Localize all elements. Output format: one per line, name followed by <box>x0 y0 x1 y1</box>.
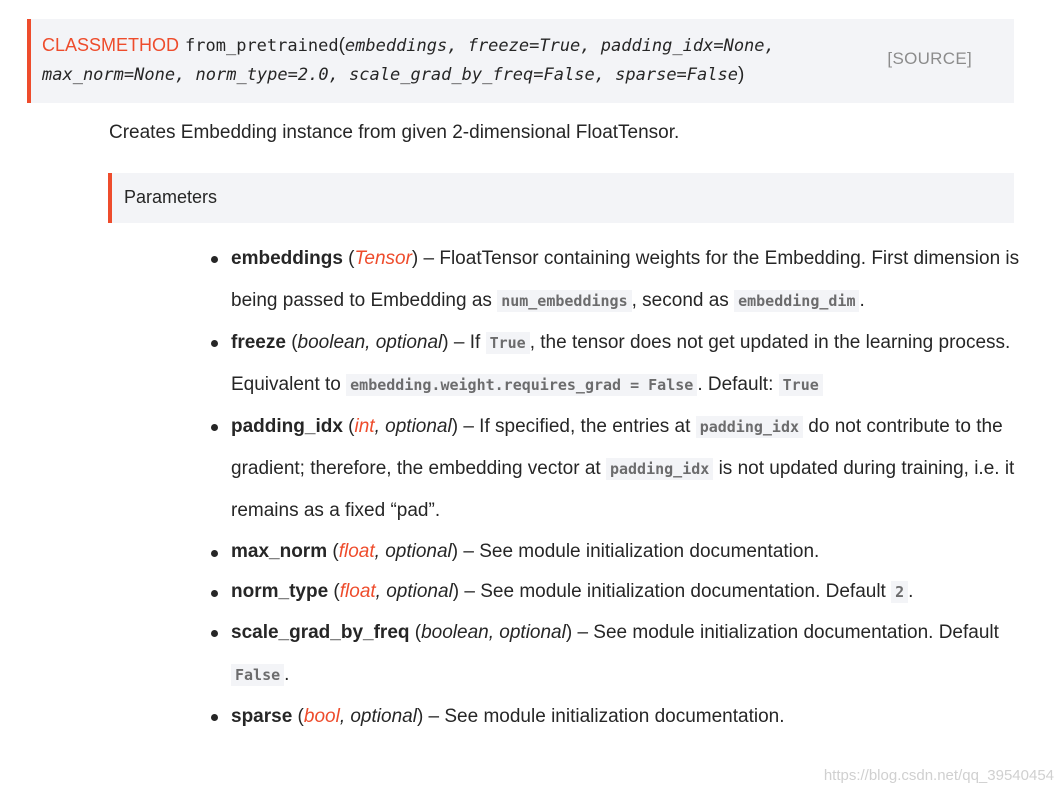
param-name: padding_idx <box>231 416 343 437</box>
param-text: . <box>908 581 914 602</box>
param-type: , optional <box>339 706 417 727</box>
param-type-link[interactable]: float <box>340 581 376 602</box>
param-name: sparse <box>231 706 293 727</box>
param-name: embeddings <box>231 248 343 269</box>
param-text: ) – If specified, the entries at <box>451 416 696 437</box>
param-text: ) – See module initialization documentat… <box>565 622 999 643</box>
method-signature: CLASSMETHOD from_pretrained(embeddings, f… <box>27 19 1014 103</box>
param-text: ) – If <box>442 332 486 353</box>
param-text: ) – See module initialization documentat… <box>451 541 820 562</box>
close-paren: ) <box>737 64 745 85</box>
param-type: , optional <box>374 416 452 437</box>
signature-args-line-2: max_norm=None, norm_type=2.0, scale_grad… <box>42 65 738 85</box>
parameter-list: embeddings (Tensor) – FloatTensor contai… <box>211 238 1021 738</box>
param-type: boolean, optional <box>421 622 566 643</box>
param-text: ) – See module initialization documentat… <box>416 706 785 727</box>
param-type: boolean, optional <box>297 332 443 353</box>
source-link[interactable]: [SOURCE] <box>887 49 972 69</box>
param-name: freeze <box>231 332 286 353</box>
code-span: True <box>778 374 823 396</box>
param-type-link[interactable]: float <box>339 541 375 562</box>
signature-line-1: CLASSMETHOD from_pretrained(embeddings, f… <box>42 33 775 58</box>
param-type-link[interactable]: Tensor <box>355 248 412 269</box>
function-name: from_pretrained <box>185 36 339 56</box>
code-span: padding_idx <box>695 416 804 438</box>
param-freeze: freeze (boolean, optional) – If True, th… <box>211 322 1021 406</box>
param-text: . <box>284 664 290 685</box>
param-embeddings: embeddings (Tensor) – FloatTensor contai… <box>211 238 1021 322</box>
parameters-title: Parameters <box>124 187 218 207</box>
param-max-norm: max_norm (float, optional) – See module … <box>211 532 1021 572</box>
method-description: Creates Embedding instance from given 2-… <box>109 122 680 143</box>
code-span: 2 <box>891 581 909 603</box>
param-sparse: sparse (bool, optional) – See module ini… <box>211 696 1021 738</box>
code-span: embedding.weight.requires_grad = False <box>346 374 698 396</box>
param-type-link[interactable]: int <box>355 416 375 437</box>
param-name: norm_type <box>231 581 329 602</box>
param-type-link[interactable]: bool <box>304 706 340 727</box>
param-scale-grad-by-freq: scale_grad_by_freq (boolean, optional) –… <box>211 612 1021 696</box>
param-text: , second as <box>631 290 735 311</box>
param-text: ) – See module initialization documentat… <box>452 581 892 602</box>
signature-line-2: max_norm=None, norm_type=2.0, scale_grad… <box>42 63 744 87</box>
code-span: False <box>231 664 285 686</box>
param-type: , optional <box>375 581 453 602</box>
parameters-header: Parameters <box>108 173 1014 223</box>
watermark: https://blog.csdn.net/qq_39540454 <box>823 767 1054 784</box>
code-span: padding_idx <box>605 458 714 480</box>
param-name: max_norm <box>231 541 328 562</box>
code-span: True <box>485 332 530 354</box>
classmethod-keyword: CLASSMETHOD <box>42 35 180 55</box>
param-padding-idx: padding_idx (int, optional) – If specifi… <box>211 406 1021 532</box>
param-norm-type: norm_type (float, optional) – See module… <box>211 572 1021 612</box>
code-span: num_embeddings <box>497 290 632 312</box>
param-type: , optional <box>374 541 452 562</box>
param-text: . <box>859 290 865 311</box>
code-span: embedding_dim <box>734 290 860 312</box>
param-name: scale_grad_by_freq <box>231 622 410 643</box>
signature-args-line-1: embeddings, freeze=True, padding_idx=Non… <box>344 36 775 56</box>
param-text: . Default: <box>697 374 779 395</box>
